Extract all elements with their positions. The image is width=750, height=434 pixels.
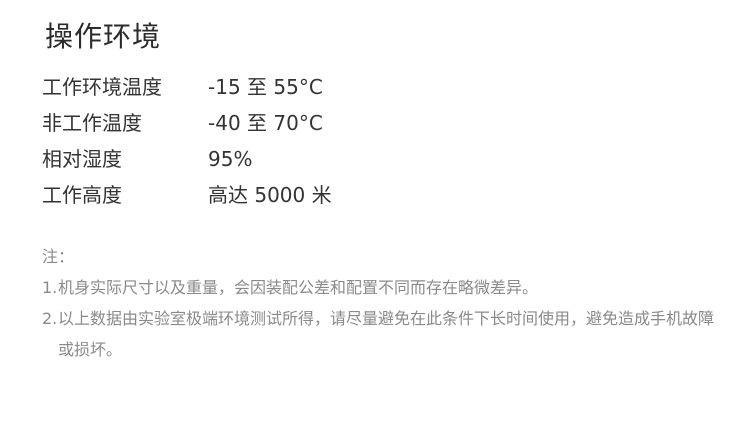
spec-value: 高达 5000 米 [208,183,332,207]
spec-label: 相对湿度 [42,147,122,171]
spec-label: 工作高度 [42,183,122,207]
note-item-1: 1. 机身实际尺寸以及重量，会因装配公差和配置不同而存在略微差异。 [42,272,722,303]
note-text: 以上数据由实验室极端环境测试所得，请尽量避免在此条件下长时间使用，避免造成手机故… [58,309,715,359]
operating-environment-section: 操作环境 工作环境温度 -15 至 55°C 非工作温度 -40 至 70°C … [0,0,750,434]
spec-row-relative-humidity: 相对湿度 95% [42,141,722,177]
spec-row-working-temperature: 工作环境温度 -15 至 55°C [42,69,722,105]
spec-row-operating-altitude: 工作高度 高达 5000 米 [42,177,722,213]
note-item-2: 2. 以上数据由实验室极端环境测试所得，请尽量避免在此条件下长时间使用，避免造成… [42,303,722,365]
note-number: 1. [42,278,58,297]
note-number: 2. [42,309,58,328]
spec-row-non-working-temperature: 非工作温度 -40 至 70°C [42,105,722,141]
section-title: 操作环境 [45,20,162,53]
spec-value: 95% [208,147,253,171]
note-text: 机身实际尺寸以及重量，会因装配公差和配置不同而存在略微差异。 [58,278,539,297]
spec-label: 工作环境温度 [42,75,162,99]
spec-label: 非工作温度 [42,111,142,135]
spec-value: -15 至 55°C [208,75,323,99]
spec-value: -40 至 70°C [208,111,323,135]
notes-title: 注： [42,247,75,266]
